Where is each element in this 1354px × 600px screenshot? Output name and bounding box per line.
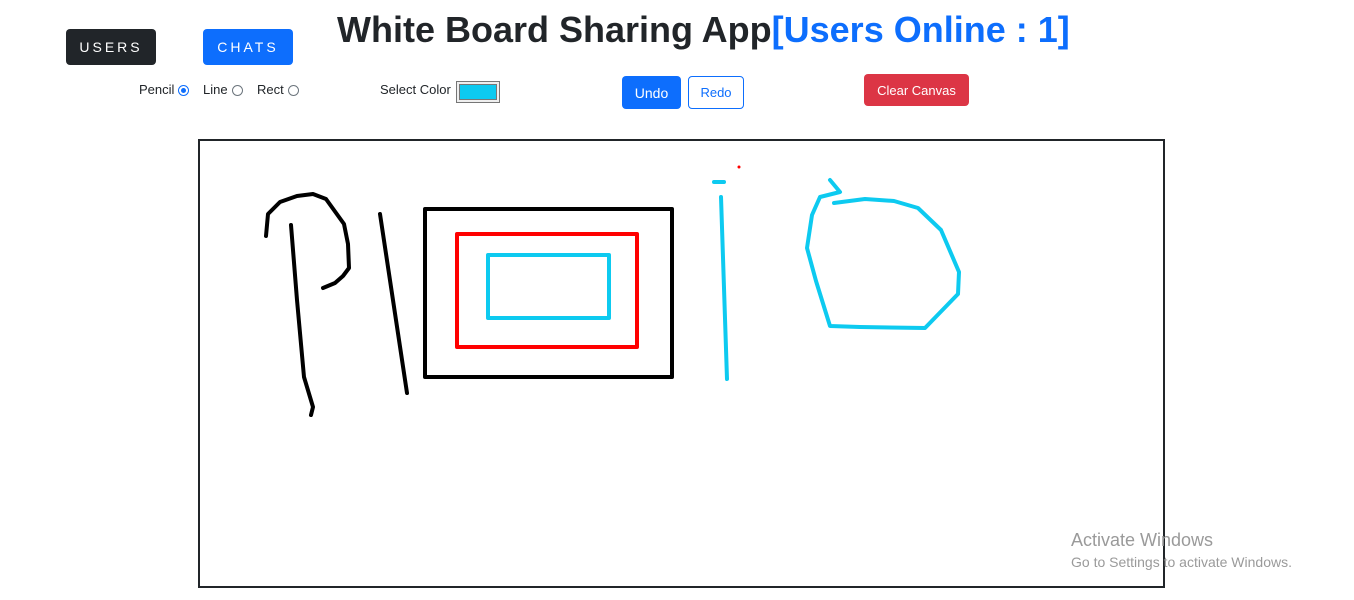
- tool-line-radio[interactable]: [231, 84, 243, 96]
- tool-line[interactable]: Line: [203, 82, 243, 98]
- stroke-cyan-loop: [805, 178, 961, 330]
- rect-cyan: [486, 253, 611, 320]
- redo-button[interactable]: Redo: [688, 76, 744, 109]
- watermark-subtitle: Go to Settings to activate Windows.: [1071, 554, 1292, 570]
- select-color-label: Select Color: [380, 82, 451, 97]
- tool-rect[interactable]: Rect: [257, 82, 299, 98]
- red-dot: [737, 165, 741, 169]
- tool-line-label: Line: [203, 82, 228, 97]
- stroke-black-vertical: [289, 223, 315, 417]
- clear-canvas-button[interactable]: Clear Canvas: [864, 74, 969, 106]
- color-picker[interactable]: [456, 81, 500, 103]
- stroke-black-line: [378, 212, 409, 395]
- users-online-count: [Users Online : 1]: [771, 9, 1070, 50]
- activate-windows-watermark: Activate Windows Go to Settings to activ…: [1071, 529, 1292, 572]
- whiteboard-canvas[interactable]: [198, 139, 1165, 588]
- stroke-cyan-vertical: [719, 195, 729, 381]
- drawing-layer: [264, 165, 961, 417]
- chats-button[interactable]: CHATS: [203, 29, 293, 65]
- tool-rect-label: Rect: [257, 82, 284, 97]
- tool-pencil-label: Pencil: [139, 82, 175, 97]
- tool-pencil-radio[interactable]: [178, 84, 190, 96]
- tool-pencil[interactable]: Pencil: [139, 82, 190, 98]
- users-button[interactable]: USERS: [66, 29, 156, 65]
- undo-button[interactable]: Undo: [622, 76, 681, 109]
- app-title-text: White Board Sharing App: [337, 9, 772, 50]
- color-swatch: [459, 84, 497, 100]
- stroke-black-hook: [264, 192, 351, 290]
- watermark-title: Activate Windows: [1071, 530, 1214, 550]
- tool-rect-radio[interactable]: [287, 84, 299, 96]
- page-title: White Board Sharing App[Users Online : 1…: [337, 8, 1070, 52]
